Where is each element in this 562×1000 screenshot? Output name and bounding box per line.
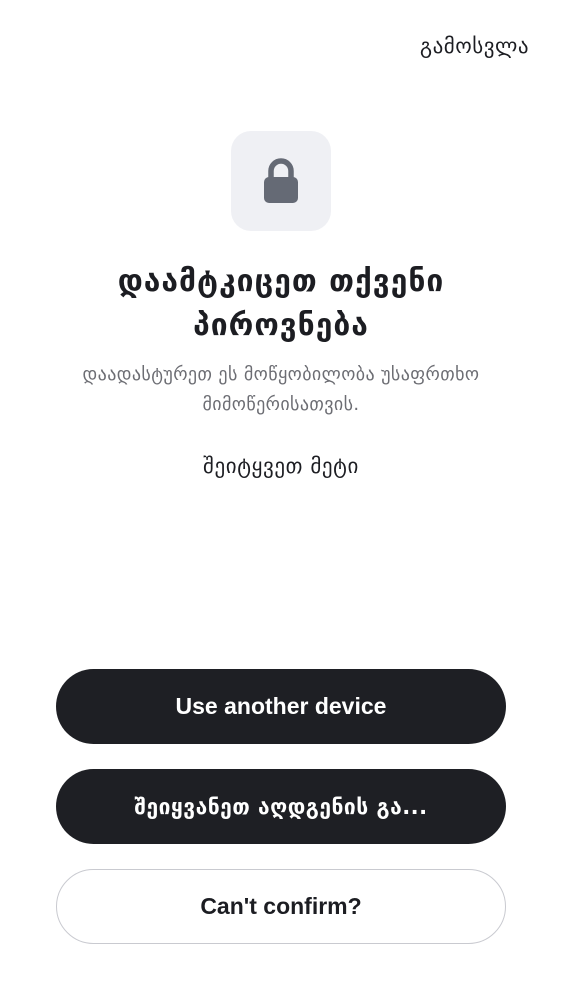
learn-more-link[interactable]: შეიტყვეთ მეტი <box>60 454 502 478</box>
signout-link[interactable]: გამოსვლა <box>420 34 529 58</box>
use-another-device-button[interactable]: Use another device <box>56 669 506 744</box>
cant-confirm-label: Can't confirm? <box>200 893 362 919</box>
lock-icon-tile <box>231 131 331 231</box>
enter-recovery-key-label: შეიყვანეთ აღდგენის გა... <box>134 794 428 819</box>
page-subtitle: დაადასტურეთ ეს მოწყობილობა უსაფრთხო მიმო… <box>82 364 480 415</box>
page-title: დაამტკიცეთ თქვენი პიროვნება <box>117 264 445 343</box>
cant-confirm-button[interactable]: Can't confirm? <box>56 869 506 944</box>
enter-recovery-key-button[interactable]: შეიყვანეთ აღდგენის გა... <box>56 769 506 844</box>
verify-identity-screen: გამოსვლა დაამტკიცეთ თქვენი პიროვნება დაა… <box>0 0 562 1000</box>
lock-icon <box>264 158 298 203</box>
use-another-device-label: Use another device <box>175 693 387 719</box>
